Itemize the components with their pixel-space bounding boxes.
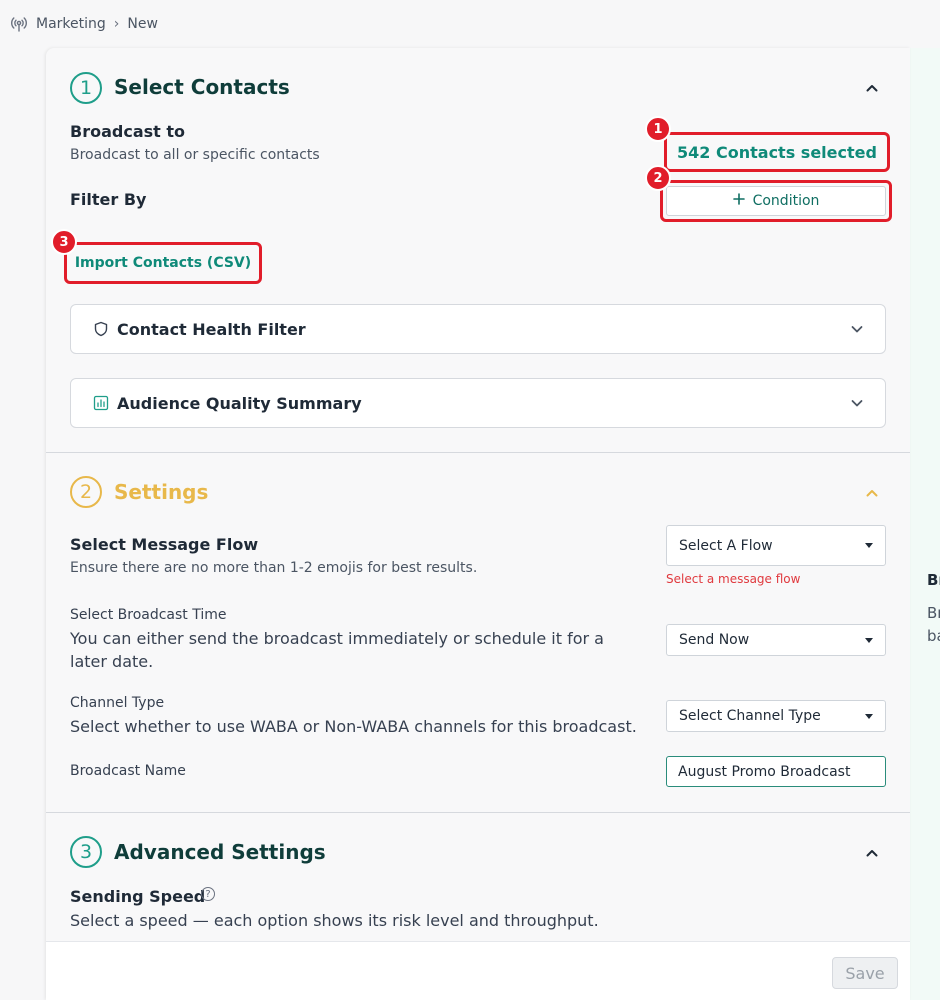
breadcrumb-current: New [127,16,158,32]
collapse-section-3-chevron-up-icon[interactable] [864,845,880,861]
broadcast-icon [10,15,28,33]
section-2-title: Settings [114,480,209,504]
message-flow-select[interactable]: Select A Flow [666,525,886,566]
add-condition-highlight: Condition [660,180,892,222]
collapse-section-2-chevron-up-icon[interactable] [864,485,880,501]
caret-down-icon [865,713,873,719]
broadcast-time-select-value: Send Now [679,632,750,648]
preview-title: Br [927,571,940,589]
section-divider [46,452,910,453]
chevron-right-icon: › [113,16,120,32]
annotation-badge-2: 2 [645,165,671,191]
add-condition-button[interactable]: Condition [666,186,886,216]
message-flow-error: Select a message flow [666,572,801,586]
channel-type-select-value: Select Channel Type [679,708,821,724]
step-1-indicator: 1 [70,72,102,104]
contact-health-filter-accordion[interactable]: Contact Health Filter [70,304,886,354]
save-button[interactable]: Save [832,957,898,989]
preview-text: Br ba [927,602,940,648]
step-2-indicator: 2 [70,476,102,508]
section-divider [46,812,910,813]
plus-icon [732,193,745,209]
broadcast-to-description: Broadcast to all or specific contacts [70,147,320,163]
broadcast-to-label: Broadcast to [70,122,185,141]
breadcrumb: Marketing › New [10,14,158,34]
section-1-title: Select Contacts [114,75,290,99]
chart-icon [93,395,109,411]
section-3-title: Advanced Settings [114,840,326,864]
channel-type-label: Channel Type [70,695,165,711]
message-flow-description: Ensure there are no more than 1-2 emojis… [70,560,478,576]
caret-down-icon [865,543,873,548]
form-footer: Save [46,941,910,1000]
audience-quality-summary-accordion[interactable]: Audience Quality Summary [70,378,886,428]
annotation-badge-1: 1 [645,116,671,142]
preview-line-1: Br [927,604,940,622]
broadcast-time-label: Select Broadcast Time [70,607,227,623]
sending-speed-description: Select a speed — each option shows its r… [70,911,599,930]
import-contacts-csv-button[interactable]: Import Contacts (CSV) [64,242,262,284]
channel-type-select[interactable]: Select Channel Type [666,700,886,732]
broadcast-time-select[interactable]: Send Now [666,624,886,656]
shield-icon [93,321,109,337]
breadcrumb-marketing-link[interactable]: Marketing [36,16,106,32]
chevron-down-icon [849,321,865,337]
broadcast-name-input[interactable] [666,756,886,787]
filter-by-label: Filter By [70,190,147,209]
help-icon[interactable]: ? [201,887,215,901]
message-flow-select-value: Select A Flow [679,537,773,554]
annotation-badge-3: 3 [51,229,77,255]
caret-down-icon [865,637,873,643]
broadcast-form-card: 1 Select Contacts Broadcast to Broadcast… [46,48,910,1000]
collapse-section-1-chevron-up-icon[interactable] [864,80,880,96]
right-preview-panel: Br Br ba [910,48,940,1000]
audience-quality-summary-title: Audience Quality Summary [117,393,362,413]
contact-health-filter-title: Contact Health Filter [117,319,306,339]
contacts-selected-button[interactable]: 542 Contacts selected [664,132,890,172]
channel-type-description: Select whether to use WABA or Non-WABA c… [70,717,637,736]
sending-speed-label: Sending Speed [70,887,206,906]
step-3-indicator: 3 [70,836,102,868]
broadcast-name-label: Broadcast Name [70,763,186,779]
broadcast-time-description: You can either send the broadcast immedi… [70,629,604,671]
preview-line-2: ba [927,627,940,645]
chevron-down-icon [849,395,865,411]
add-condition-label: Condition [752,193,820,209]
message-flow-label: Select Message Flow [70,535,259,554]
